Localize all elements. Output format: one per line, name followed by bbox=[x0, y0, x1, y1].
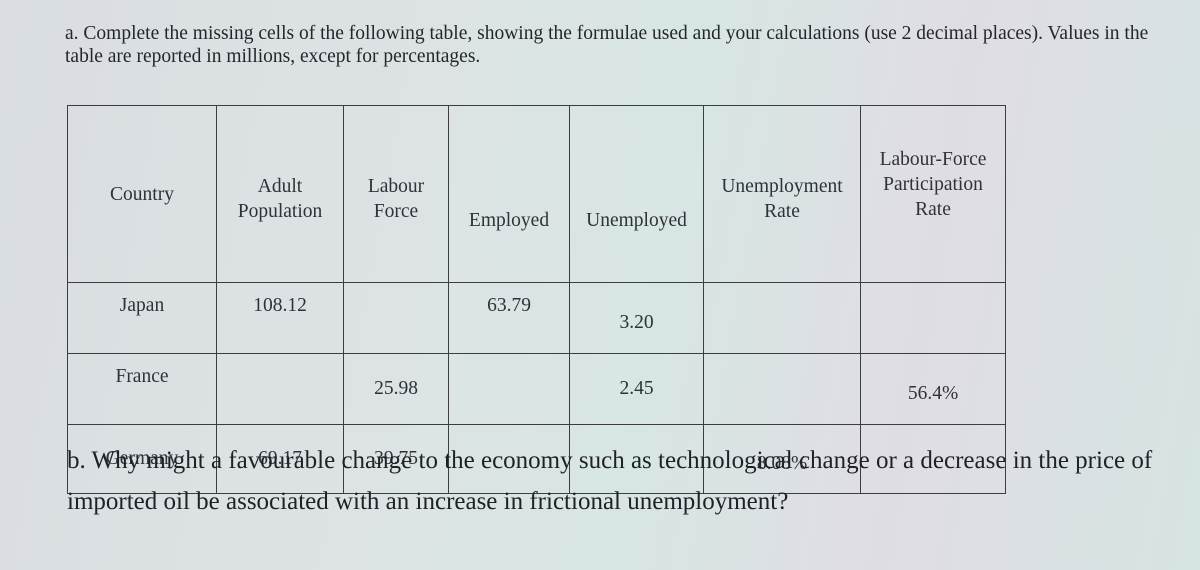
cell-participation-rate bbox=[860, 282, 1006, 354]
header-participation-rate: Labour-Force Participation Rate bbox=[860, 105, 1006, 283]
cell-labour-force: 25.98 bbox=[343, 353, 449, 425]
cell-participation-rate: 56.4% bbox=[860, 353, 1006, 425]
cell-employed bbox=[448, 353, 570, 425]
header-unemployed: Unemployed bbox=[569, 105, 704, 283]
question-b-text: b. Why might a favourable change to the … bbox=[67, 447, 1153, 515]
header-adult-population: Adult Population bbox=[216, 105, 344, 283]
cell-unemployed: 3.20 bbox=[569, 282, 704, 354]
cell-unemployment-rate bbox=[703, 282, 861, 354]
table-row-japan: Japan 108.12 63.79 3.20 bbox=[67, 282, 1006, 354]
cell-adult-population bbox=[216, 353, 344, 425]
table-row-france: France 25.98 2.45 56.4% bbox=[67, 353, 1006, 425]
question-a-text: a. Complete the missing cells of the fol… bbox=[65, 23, 1149, 67]
cell-unemployed: 2.45 bbox=[569, 353, 704, 425]
header-country: Country bbox=[67, 105, 217, 283]
header-unemployment-rate: Unemployment Rate bbox=[703, 105, 861, 283]
cell-country: France bbox=[67, 353, 217, 425]
cell-adult-population: 108.12 bbox=[216, 282, 344, 354]
header-labour-force: Labour Force bbox=[343, 105, 449, 283]
labour-statistics-table: Country Adult Population Labour Force Empl… bbox=[67, 105, 1006, 494]
cell-labour-force bbox=[343, 282, 449, 354]
cell-employed: 63.79 bbox=[448, 282, 570, 354]
cell-country: Japan bbox=[67, 282, 217, 354]
table-header-row: Country Adult Population Labour Force Empl… bbox=[67, 105, 1006, 283]
header-employed: Employed bbox=[448, 105, 570, 283]
cell-unemployment-rate bbox=[703, 353, 861, 425]
